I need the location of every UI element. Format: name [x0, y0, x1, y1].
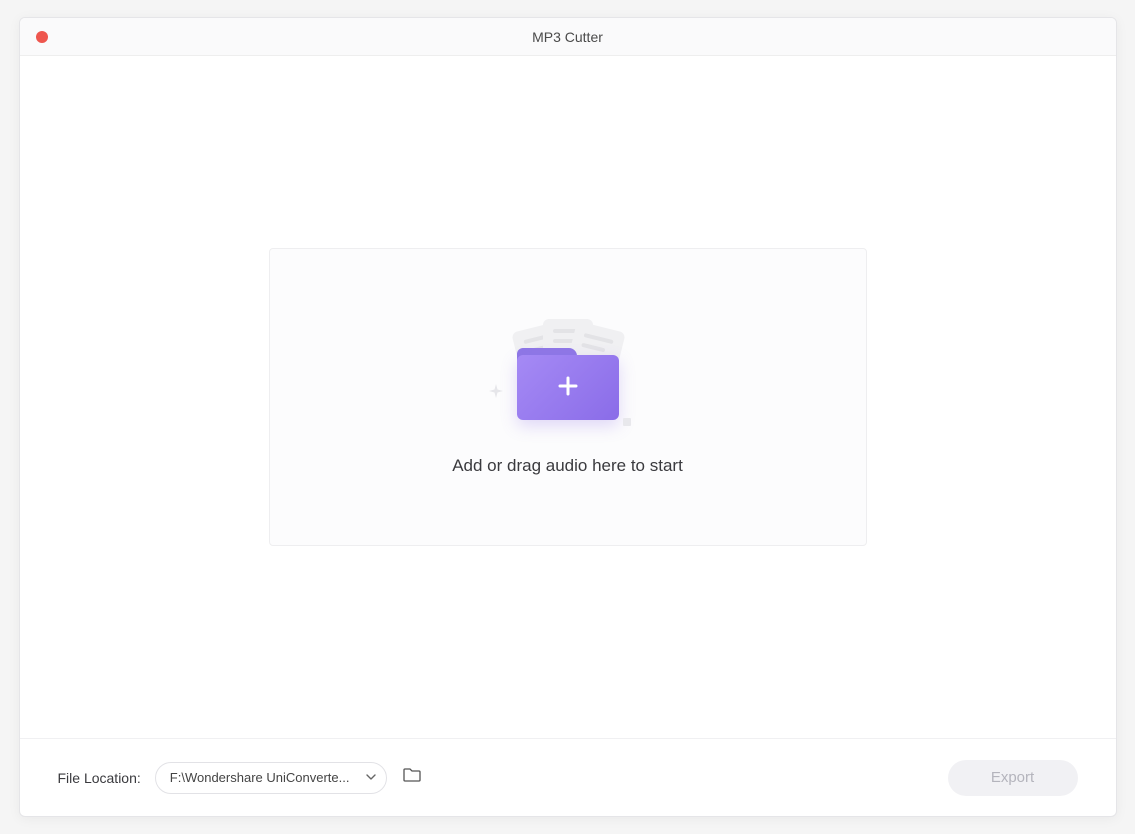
folder-icon — [402, 765, 422, 790]
main-area: Add or drag audio here to start — [20, 56, 1116, 738]
export-button-label: Export — [991, 769, 1034, 786]
file-location-dropdown[interactable]: F:\Wondershare UniConverte... — [155, 762, 387, 794]
export-button[interactable]: Export — [948, 760, 1078, 796]
add-audio-dropzone[interactable]: Add or drag audio here to start — [269, 248, 867, 546]
file-location-label: File Location: — [58, 770, 141, 786]
chevron-down-icon — [366, 769, 376, 787]
sparkle-icon — [489, 384, 503, 398]
folder-plus-icon — [517, 348, 619, 420]
sparkle-icon — [623, 418, 631, 426]
file-location-path: F:\Wondershare UniConverte... — [170, 770, 366, 785]
folder-add-illustration — [483, 318, 653, 428]
app-window: MP3 Cutter — [19, 17, 1117, 817]
dropzone-prompt: Add or drag audio here to start — [452, 456, 683, 476]
close-window-button[interactable] — [36, 31, 48, 43]
plus-icon — [557, 374, 579, 402]
window-title: MP3 Cutter — [20, 29, 1116, 45]
open-folder-button[interactable] — [401, 767, 423, 789]
footer-bar: File Location: F:\Wondershare UniConvert… — [20, 738, 1116, 816]
titlebar: MP3 Cutter — [20, 18, 1116, 56]
